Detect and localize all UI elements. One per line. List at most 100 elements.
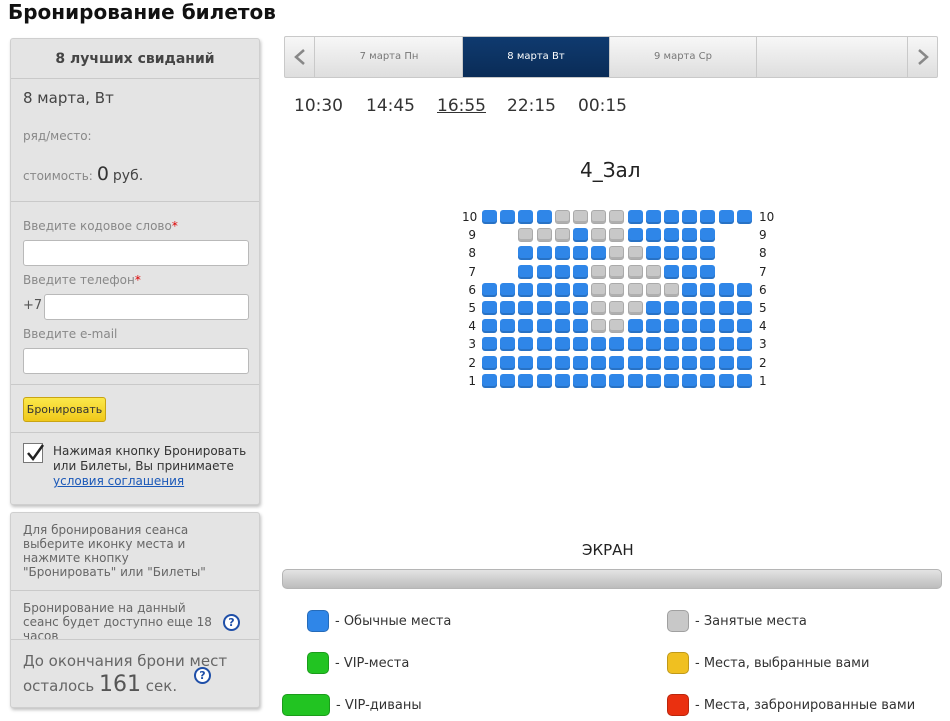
session-time[interactable]: 10:30 <box>294 96 343 116</box>
seat-free[interactable] <box>482 210 497 224</box>
session-time[interactable]: 22:15 <box>507 96 556 116</box>
email-input[interactable] <box>23 348 249 374</box>
seat-free[interactable] <box>591 355 607 370</box>
seat-free[interactable] <box>573 228 588 243</box>
seat-free[interactable] <box>500 319 516 334</box>
seat-free[interactable] <box>664 264 679 279</box>
seat-free[interactable] <box>700 319 716 334</box>
seat-free[interactable] <box>500 301 516 315</box>
seat-free[interactable] <box>682 282 698 297</box>
seat-free[interactable] <box>518 264 534 279</box>
help-icon[interactable]: ? <box>223 614 240 631</box>
code-input[interactable] <box>23 240 249 266</box>
seat-free[interactable] <box>536 301 552 315</box>
prev-date-button[interactable] <box>285 37 315 77</box>
seat-free[interactable] <box>736 373 752 388</box>
seat-free[interactable] <box>682 337 698 352</box>
seat-free[interactable] <box>518 210 534 224</box>
seat-free[interactable] <box>482 355 497 370</box>
seat-free[interactable] <box>736 301 752 315</box>
session-time[interactable]: 00:15 <box>578 96 627 116</box>
seat-free[interactable] <box>645 301 661 315</box>
phone-input[interactable] <box>44 294 249 320</box>
seat-free[interactable] <box>554 246 570 261</box>
seat-free[interactable] <box>573 301 588 315</box>
seat-free[interactable] <box>536 355 552 370</box>
seat-free[interactable] <box>518 337 534 352</box>
seat-free[interactable] <box>645 210 661 224</box>
help-icon[interactable]: ? <box>194 667 211 684</box>
seat-free[interactable] <box>482 282 497 297</box>
seat-free[interactable] <box>573 264 588 279</box>
seat-free[interactable] <box>573 319 588 334</box>
seat-free[interactable] <box>718 282 734 297</box>
seat-free[interactable] <box>627 373 643 388</box>
seat-free[interactable] <box>718 210 734 224</box>
seat-free[interactable] <box>664 246 679 261</box>
seat-free[interactable] <box>700 210 716 224</box>
seat-free[interactable] <box>518 355 534 370</box>
seat-free[interactable] <box>482 319 497 334</box>
seat-free[interactable] <box>718 319 734 334</box>
seat-free[interactable] <box>700 355 716 370</box>
seat-free[interactable] <box>645 355 661 370</box>
seat-free[interactable] <box>518 373 534 388</box>
seat-free[interactable] <box>536 264 552 279</box>
seat-free[interactable] <box>482 301 497 315</box>
seat-free[interactable] <box>536 319 552 334</box>
date-tab[interactable]: 8 марта Вт <box>463 37 610 77</box>
seat-free[interactable] <box>645 228 661 243</box>
seat-free[interactable] <box>500 337 516 352</box>
seat-free[interactable] <box>645 246 661 261</box>
seat-free[interactable] <box>682 301 698 315</box>
seat-free[interactable] <box>664 373 679 388</box>
seat-free[interactable] <box>700 246 716 261</box>
date-tab[interactable]: 9 марта Ср <box>610 37 757 77</box>
seat-free[interactable] <box>536 246 552 261</box>
seat-free[interactable] <box>500 210 516 224</box>
seat-free[interactable] <box>554 264 570 279</box>
seat-free[interactable] <box>682 373 698 388</box>
seat-free[interactable] <box>664 319 679 334</box>
seat-free[interactable] <box>682 319 698 334</box>
seat-free[interactable] <box>664 228 679 243</box>
seat-free[interactable] <box>700 373 716 388</box>
seat-free[interactable] <box>718 373 734 388</box>
seat-free[interactable] <box>682 246 698 261</box>
seat-free[interactable] <box>718 337 734 352</box>
seat-free[interactable] <box>627 337 643 352</box>
seat-free[interactable] <box>500 373 516 388</box>
seat-free[interactable] <box>573 355 588 370</box>
seat-free[interactable] <box>536 373 552 388</box>
seat-free[interactable] <box>554 319 570 334</box>
seat-free[interactable] <box>664 210 679 224</box>
agreement-link[interactable]: условия соглашения <box>53 474 184 488</box>
seat-free[interactable] <box>554 301 570 315</box>
session-time[interactable]: 14:45 <box>366 96 415 116</box>
seat-free[interactable] <box>554 337 570 352</box>
seat-free[interactable] <box>518 319 534 334</box>
seat-free[interactable] <box>554 373 570 388</box>
seat-free[interactable] <box>700 301 716 315</box>
seat-free[interactable] <box>573 282 588 297</box>
seat-free[interactable] <box>645 337 661 352</box>
seat-free[interactable] <box>664 355 679 370</box>
seat-free[interactable] <box>609 355 625 370</box>
seat-free[interactable] <box>591 246 607 261</box>
seat-free[interactable] <box>536 210 552 224</box>
seat-free[interactable] <box>573 373 588 388</box>
seat-free[interactable] <box>664 301 679 315</box>
seat-free[interactable] <box>500 282 516 297</box>
seat-free[interactable] <box>664 337 679 352</box>
seat-free[interactable] <box>536 282 552 297</box>
seat-free[interactable] <box>500 355 516 370</box>
seat-free[interactable] <box>718 301 734 315</box>
seat-free[interactable] <box>591 337 607 352</box>
seat-free[interactable] <box>736 355 752 370</box>
seat-free[interactable] <box>554 355 570 370</box>
seat-free[interactable] <box>536 337 552 352</box>
seat-free[interactable] <box>736 319 752 334</box>
seat-free[interactable] <box>736 282 752 297</box>
seat-free[interactable] <box>627 319 643 334</box>
seat-free[interactable] <box>736 337 752 352</box>
